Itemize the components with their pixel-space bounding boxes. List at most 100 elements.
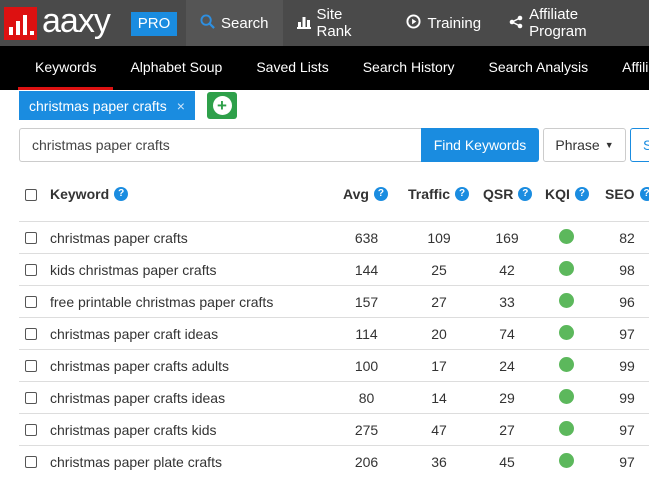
- traffic-cell: 20: [431, 326, 447, 342]
- kqi-indicator: [559, 293, 574, 308]
- table-row: christmas paper craft ideas 114 20 74 97: [19, 317, 649, 349]
- kqi-indicator: [559, 229, 574, 244]
- logo-text: aaxy: [42, 2, 111, 40]
- help-icon[interactable]: ?: [518, 187, 533, 201]
- keyword-search-input[interactable]: christmas paper crafts: [19, 128, 422, 162]
- kqi-indicator: [559, 389, 574, 404]
- avg-cell: 275: [354, 422, 379, 438]
- traffic-cell: 17: [431, 358, 447, 374]
- header-qsr[interactable]: QSR ?: [483, 186, 533, 202]
- secondary-button[interactable]: S: [630, 128, 649, 162]
- traffic-cell: 47: [431, 422, 447, 438]
- row-checkbox[interactable]: [25, 424, 37, 436]
- keyword-cell[interactable]: free printable christmas paper crafts: [50, 286, 273, 318]
- row-checkbox[interactable]: [25, 360, 37, 372]
- keyword-cell[interactable]: kids christmas paper crafts: [50, 254, 217, 286]
- traffic-cell: 109: [427, 230, 451, 246]
- traffic-cell: 36: [431, 454, 447, 470]
- table-row: kids christmas paper crafts 144 25 42 98: [19, 253, 649, 285]
- help-icon[interactable]: ?: [574, 187, 589, 201]
- header-keyword-label: Keyword: [50, 186, 110, 202]
- keyword-cell[interactable]: christmas paper crafts kids: [50, 414, 217, 446]
- header-seo-label: SEO: [605, 186, 635, 202]
- traffic-cell: 27: [431, 294, 447, 310]
- seo-cell: 97: [619, 454, 635, 470]
- row-checkbox[interactable]: [25, 296, 37, 308]
- qsr-cell: 24: [499, 358, 515, 374]
- avg-cell: 114: [355, 326, 378, 342]
- topnav-search[interactable]: Search: [186, 0, 283, 46]
- kqi-indicator: [559, 325, 574, 340]
- tab-affiliate[interactable]: Affiliate: [605, 46, 649, 90]
- help-icon[interactable]: ?: [373, 187, 388, 201]
- row-checkbox[interactable]: [25, 392, 37, 404]
- kqi-indicator: [559, 421, 574, 436]
- avg-cell: 80: [358, 390, 375, 406]
- avg-cell: 144: [354, 262, 379, 278]
- topnav-training[interactable]: Training: [392, 0, 495, 46]
- phrase-dropdown-label: Phrase: [555, 137, 600, 153]
- help-icon[interactable]: ?: [639, 187, 649, 201]
- table-row: christmas paper plate crafts 206 36 45 9…: [19, 445, 649, 477]
- table-row: free printable christmas paper crafts 15…: [19, 285, 649, 317]
- traffic-cell: 14: [431, 390, 447, 406]
- brand-logo[interactable]: aaxy PRO: [0, 0, 190, 46]
- header-kqi[interactable]: KQI ?: [545, 186, 589, 202]
- seo-cell: 82: [619, 230, 635, 246]
- tab-keywords[interactable]: Keywords: [18, 46, 114, 90]
- seo-cell: 99: [619, 390, 635, 406]
- tab-alphabet-soup[interactable]: Alphabet Soup: [113, 46, 239, 90]
- bar-chart-icon: [296, 15, 311, 32]
- keyword-cell[interactable]: christmas paper crafts: [50, 222, 188, 254]
- row-checkbox[interactable]: [25, 232, 37, 244]
- header-avg[interactable]: Avg ?: [343, 186, 388, 202]
- search-tag[interactable]: christmas paper crafts ×: [19, 91, 195, 120]
- seo-cell: 97: [619, 422, 635, 438]
- tab-search-analysis[interactable]: Search Analysis: [472, 46, 606, 90]
- tab-search-history[interactable]: Search History: [346, 46, 472, 90]
- phrase-dropdown[interactable]: Phrase ▼: [543, 128, 626, 162]
- search-tag-label: christmas paper crafts: [29, 97, 167, 114]
- kqi-indicator: [559, 261, 574, 276]
- topnav-search-label: Search: [221, 14, 269, 32]
- close-icon[interactable]: ×: [177, 98, 185, 114]
- sub-nav: Keywords Alphabet Soup Saved Lists Searc…: [0, 46, 649, 90]
- traffic-cell: 25: [431, 262, 447, 278]
- topnav-training-label: Training: [427, 14, 482, 32]
- select-all-checkbox[interactable]: [25, 189, 37, 201]
- seo-cell: 99: [619, 358, 635, 374]
- avg-cell: 206: [354, 454, 379, 470]
- table-row: christmas paper crafts adults 100 17 24 …: [19, 349, 649, 381]
- header-qsr-label: QSR: [483, 186, 514, 202]
- qsr-cell: 29: [499, 390, 515, 406]
- row-checkbox[interactable]: [25, 264, 37, 276]
- header-seo[interactable]: SEO ?: [605, 186, 649, 202]
- row-checkbox[interactable]: [25, 456, 37, 468]
- help-icon[interactable]: ?: [114, 187, 129, 201]
- find-keywords-button[interactable]: Find Keywords: [421, 128, 539, 162]
- top-nav: Search Site Rank Training Affiliate Prog…: [186, 0, 649, 46]
- keyword-cell[interactable]: christmas paper crafts adults: [50, 350, 229, 382]
- avg-cell: 100: [354, 358, 379, 374]
- keyword-cell[interactable]: christmas paper craft ideas: [50, 318, 218, 350]
- help-icon[interactable]: ?: [455, 187, 470, 201]
- share-icon: [509, 15, 523, 32]
- tab-saved-lists[interactable]: Saved Lists: [239, 46, 345, 90]
- top-bar: aaxy PRO Search Site Rank Training Affil…: [0, 0, 649, 46]
- keyword-cell[interactable]: christmas paper crafts ideas: [50, 382, 225, 414]
- keyword-cell[interactable]: christmas paper plate crafts: [50, 446, 222, 478]
- logo-mark-icon: [4, 7, 37, 40]
- topnav-affiliate-program-label: Affiliate Program: [529, 6, 587, 40]
- topnav-site-rank-label: Site Rank: [316, 6, 352, 40]
- seo-cell: 96: [619, 294, 635, 310]
- header-keyword[interactable]: Keyword ?: [50, 186, 129, 202]
- qsr-cell: 169: [495, 230, 519, 246]
- topnav-site-rank[interactable]: Site Rank: [283, 0, 393, 46]
- topnav-affiliate-program[interactable]: Affiliate Program: [495, 0, 649, 46]
- seo-cell: 97: [619, 326, 635, 342]
- row-checkbox[interactable]: [25, 328, 37, 340]
- header-traffic[interactable]: Traffic ?: [408, 186, 470, 202]
- plus-icon: +: [212, 96, 232, 115]
- qsr-cell: 42: [499, 262, 515, 278]
- add-search-button[interactable]: +: [207, 92, 237, 119]
